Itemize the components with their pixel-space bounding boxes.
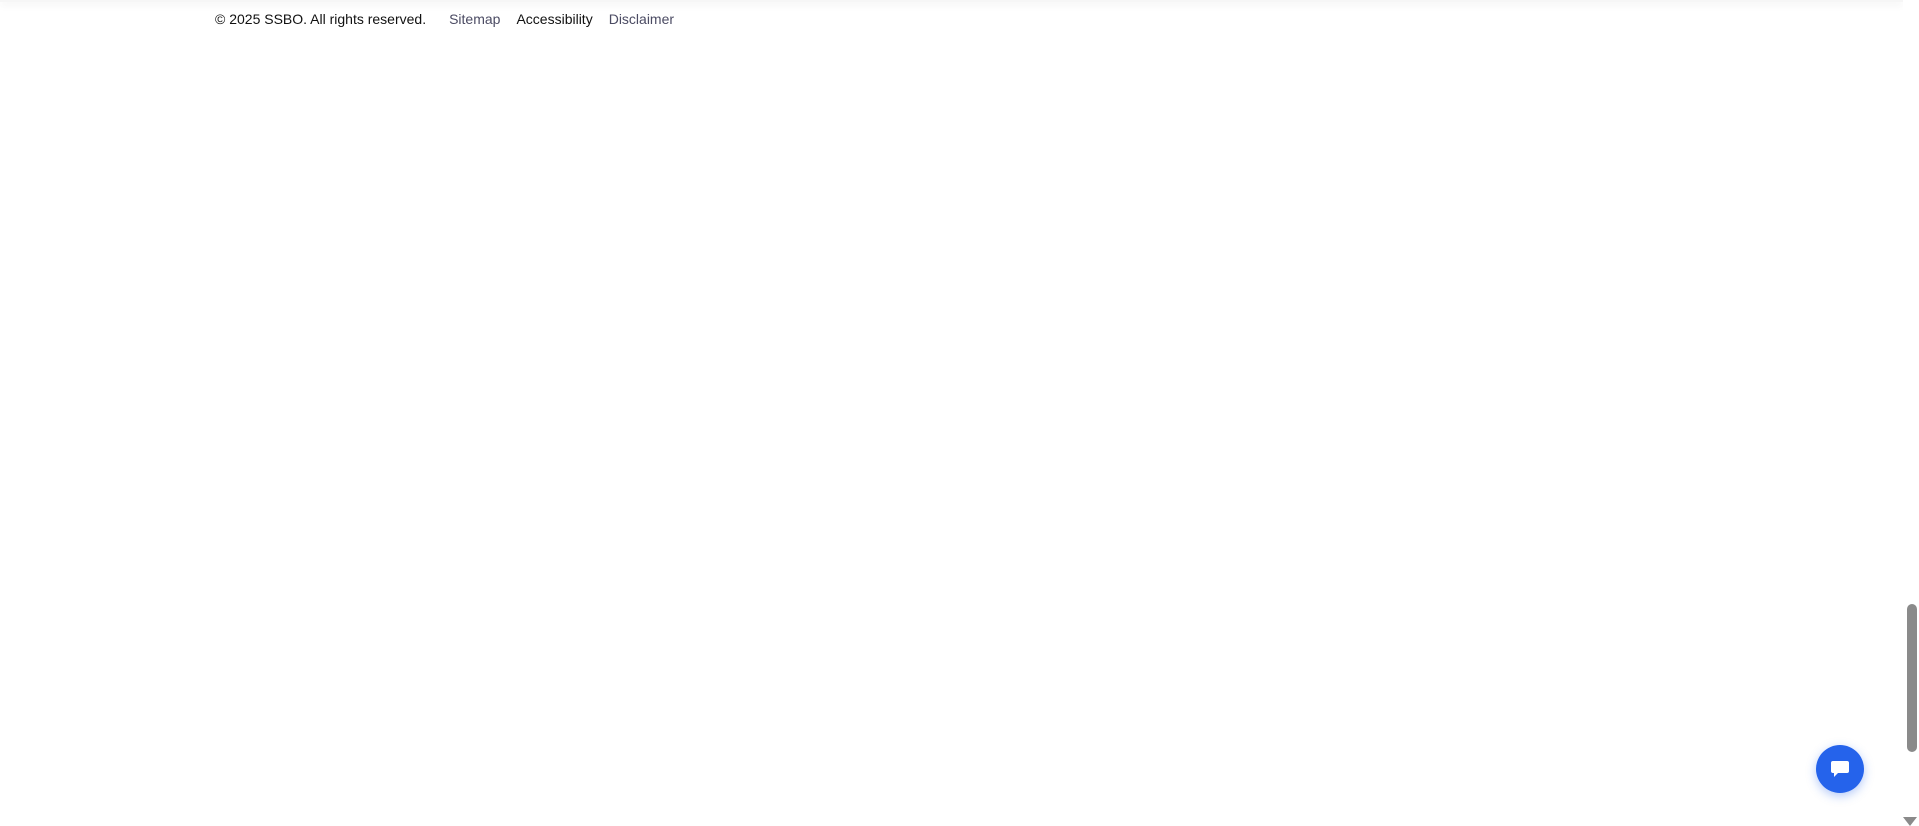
- header-shadow-edge: [0, 0, 1903, 2]
- page: © 2025 SSBO. All rights reserved. Sitema…: [0, 0, 1919, 826]
- footer-link-accessibility[interactable]: Accessibility: [516, 11, 592, 27]
- chat-bubble-icon: [1831, 761, 1849, 777]
- footer-link-sitemap[interactable]: Sitemap: [449, 11, 500, 27]
- scrollbar-thumb[interactable]: [1907, 604, 1917, 752]
- chat-launcher-button[interactable]: [1816, 745, 1864, 793]
- copyright-text: © 2025 SSBO. All rights reserved.: [215, 11, 427, 27]
- footer-bar: © 2025 SSBO. All rights reserved. Sitema…: [215, 9, 690, 29]
- vertical-scrollbar[interactable]: [1903, 0, 1919, 826]
- footer-link-disclaimer[interactable]: Disclaimer: [609, 11, 674, 27]
- scroll-down-arrow-icon[interactable]: [1903, 817, 1917, 826]
